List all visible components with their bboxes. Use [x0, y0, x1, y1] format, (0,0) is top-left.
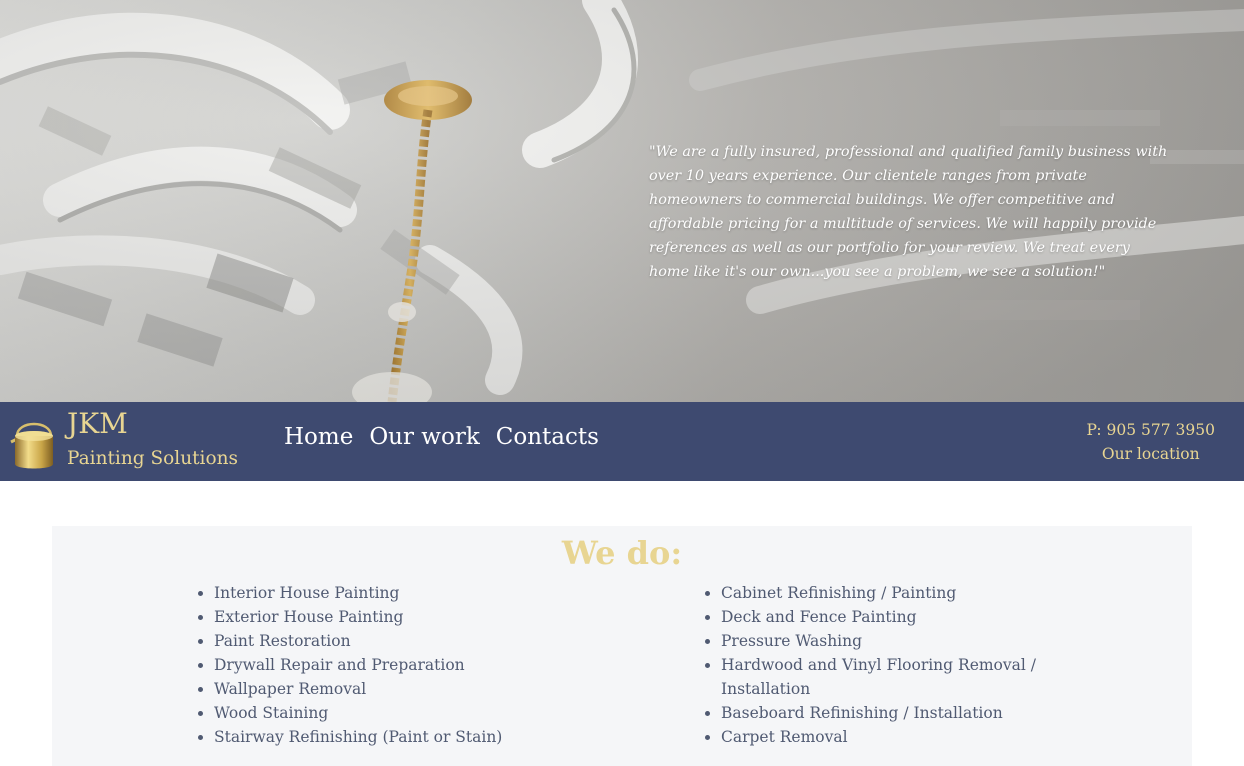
- location-link[interactable]: Our location: [1087, 442, 1216, 466]
- paint-can-icon[interactable]: [9, 414, 59, 470]
- navbar: JKM Painting Solutions Home Our work Con…: [0, 402, 1244, 481]
- main-nav: Home Our work Contacts: [284, 424, 599, 450]
- services-list-left: Interior House Painting Exterior House P…: [196, 581, 614, 749]
- service-item: Deck and Fence Painting: [721, 605, 1051, 629]
- phone-link[interactable]: P: 905 577 3950: [1087, 418, 1216, 442]
- nav-contacts[interactable]: Contacts: [496, 424, 599, 450]
- brand-tagline[interactable]: Painting Solutions: [67, 448, 238, 469]
- service-item: Wallpaper Removal: [214, 677, 614, 701]
- contact-info: P: 905 577 3950 Our location: [1087, 418, 1216, 466]
- service-item: Interior House Painting: [214, 581, 614, 605]
- services-list-right: Cabinet Refinishing / Painting Deck and …: [703, 581, 1051, 749]
- service-item: Hardwood and Vinyl Flooring Removal / In…: [721, 653, 1051, 701]
- service-item: Baseboard Refinishing / Installation: [721, 701, 1051, 725]
- service-item: Wood Staining: [214, 701, 614, 725]
- service-item: Paint Restoration: [214, 629, 614, 653]
- brand-name[interactable]: JKM: [67, 407, 128, 440]
- services-panel: We do: Interior House Painting Exterior …: [52, 526, 1192, 766]
- service-item: Stairway Refinishing (Paint or Stain): [214, 725, 614, 749]
- hero-quote: "We are a fully insured, professional an…: [649, 144, 1168, 280]
- service-item: Drywall Repair and Preparation: [214, 653, 614, 677]
- service-item: Exterior House Painting: [214, 605, 614, 629]
- hero-banner: "We are a fully insured, professional an…: [0, 0, 1244, 402]
- services-title: We do:: [561, 534, 683, 572]
- service-item: Pressure Washing: [721, 629, 1051, 653]
- nav-home[interactable]: Home: [284, 424, 353, 450]
- service-item: Cabinet Refinishing / Painting: [721, 581, 1051, 605]
- nav-our-work[interactable]: Our work: [369, 424, 479, 450]
- service-item: Carpet Removal: [721, 725, 1051, 749]
